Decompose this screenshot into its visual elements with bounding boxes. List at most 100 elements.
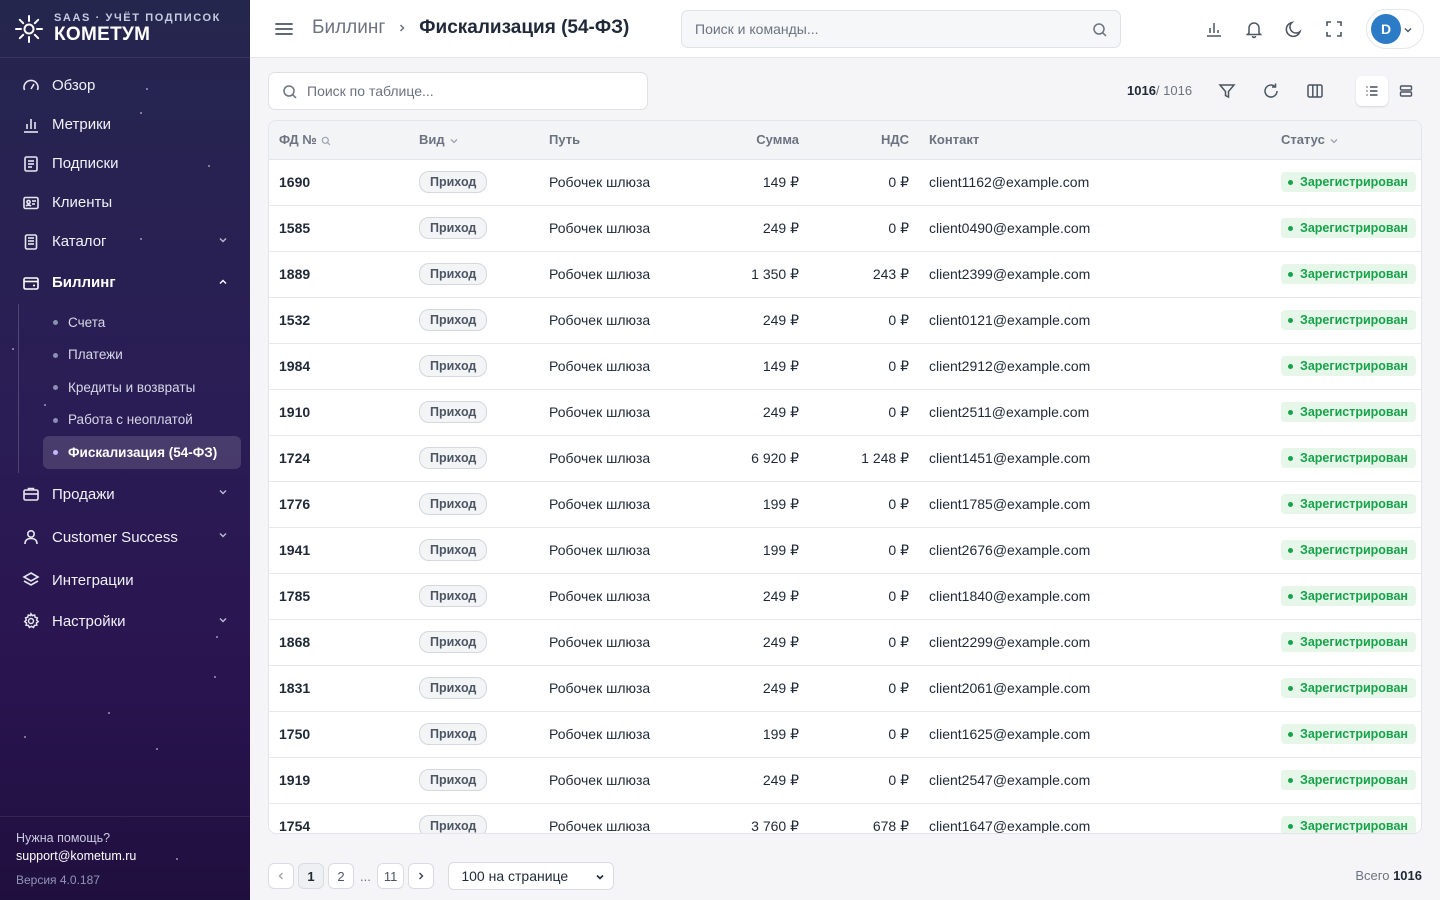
kind-badge: Приход [419, 677, 488, 699]
sidebar-item-label: Метрики [52, 116, 112, 133]
cell-vat: 0 ₽ [809, 711, 919, 758]
table-row[interactable]: 1831 Приход Робочек шлюза 249 ₽0 ₽ client206… [269, 665, 1421, 712]
sidebar-item-customer-success[interactable]: Customer Success [0, 516, 250, 559]
next-page-button[interactable] [408, 863, 435, 889]
column-header-sum[interactable]: Сумма [679, 121, 809, 160]
cell-contact: client2061@example.com [919, 665, 1271, 712]
cell-path: Робочек шлюза [539, 435, 679, 482]
analytics-icon[interactable] [1204, 19, 1224, 39]
table-header-row: ФД № Вид Путь Сумма НДС Контакт Статус [269, 121, 1421, 160]
kind-badge: Приход [419, 539, 488, 561]
table-row[interactable]: 1984 Приход Робочек шлюза 149 ₽0 ₽ client291… [269, 343, 1421, 390]
column-header-path[interactable]: Путь [539, 121, 679, 160]
column-header-fd[interactable]: ФД № [269, 121, 409, 160]
table-row[interactable]: 1910 Приход Робочек шлюза 249 ₽0 ₽ client251… [269, 389, 1421, 436]
filter-icon[interactable] [1217, 81, 1237, 101]
table-row[interactable]: 1868 Приход Робочек шлюза 249 ₽0 ₽ client229… [269, 619, 1421, 666]
breadcrumb-parent[interactable]: Биллинг [312, 17, 385, 39]
sidebar-item-subscriptions[interactable]: Подписки [0, 144, 250, 183]
sidebar-item-billing[interactable]: Биллинг [0, 261, 250, 304]
sidebar-item-sales[interactable]: Продажи [0, 473, 250, 516]
page-button-2[interactable]: 2 [328, 863, 354, 889]
status-badge: Зарегистрирован [1281, 264, 1416, 285]
sidebar-item-catalog[interactable]: Каталог [0, 222, 250, 261]
fullscreen-icon[interactable] [1324, 19, 1344, 39]
cell-sum: 149 ₽ [679, 343, 809, 390]
sidebar-item-clients[interactable]: Клиенты [0, 183, 250, 222]
cell-fd: 1750 [269, 711, 409, 758]
hamburger-menu-icon[interactable] [274, 19, 294, 39]
kind-badge: Приход [419, 447, 488, 469]
sidebar-subitem-fiscalization[interactable]: Фискализация (54-ФЗ) [43, 436, 241, 469]
sidebar-subitem-label: Платежи [68, 347, 123, 363]
user-menu[interactable]: D [1366, 9, 1424, 49]
table-row[interactable]: 1776 Приход Робочек шлюза 199 ₽0 ₽ client178… [269, 481, 1421, 528]
kind-badge: Приход [419, 585, 488, 607]
sidebar-item-integrations[interactable]: Интеграции [0, 559, 250, 602]
table-row[interactable]: 1750 Приход Робочек шлюза 199 ₽0 ₽ client162… [269, 711, 1421, 758]
comet-logo-icon [15, 14, 43, 43]
card-view-button[interactable] [1390, 76, 1422, 106]
cell-status: Зарегистрирован [1271, 159, 1421, 206]
table-row[interactable]: 1585 Приход Робочек шлюза 249 ₽0 ₽ client049… [269, 205, 1421, 252]
avatar: D [1371, 14, 1401, 44]
bell-icon[interactable] [1244, 19, 1264, 39]
support-email-link[interactable]: support@kometum.ru [16, 847, 234, 865]
billing-subnav: Счета Платежи Кредиты и возвраты Работа … [18, 304, 250, 473]
table-row[interactable]: 1785 Приход Робочек шлюза 249 ₽0 ₽ client184… [269, 573, 1421, 620]
prev-page-button[interactable] [268, 863, 294, 889]
cell-vat: 243 ₽ [809, 251, 919, 298]
refresh-icon[interactable] [1261, 81, 1281, 101]
status-dot-icon [1288, 639, 1293, 645]
sidebar-subitem-credits[interactable]: Кредиты и возвраты [1, 371, 250, 404]
column-header-status[interactable]: Статус [1271, 121, 1421, 160]
cell-status: Зарегистрирован [1271, 527, 1421, 574]
table-row[interactable]: 1919 Приход Робочек шлюза 249 ₽0 ₽ client254… [269, 757, 1421, 804]
sidebar-item-settings[interactable]: Настройки [0, 602, 250, 641]
sidebar-footer: Нужна помощь? support@kometum.ru Версия … [0, 816, 250, 900]
cell-kind: Приход [409, 159, 539, 206]
status-badge: Зарегистрирован [1281, 494, 1416, 515]
status-badge: Зарегистрирован [1281, 172, 1416, 193]
search-icon [283, 85, 297, 99]
table-row[interactable]: 1754 Приход Робочек шлюза 3 760 ₽678 ₽ clien… [269, 803, 1421, 833]
status-dot-icon [1288, 777, 1293, 783]
status-label: Зарегистрирован [1300, 681, 1408, 696]
column-header-label: Статус [1281, 132, 1325, 148]
sidebar-item-overview[interactable]: Обзор [0, 66, 250, 105]
status-label: Зарегистрирован [1300, 451, 1408, 466]
brand[interactable]: SAAS · УЧЁТ ПОДПИСОК КОМЕТУМ [0, 0, 250, 58]
status-dot-icon [1288, 225, 1293, 231]
column-header-kind[interactable]: Вид [409, 121, 539, 160]
per-page-select[interactable]: 100 на странице [448, 862, 615, 890]
table-row[interactable]: 1724 Приход Робочек шлюза 6 920 ₽1 248 ₽ cli… [269, 435, 1421, 482]
table-row[interactable]: 1889 Приход Робочек шлюза 1 350 ₽243 ₽ clien… [269, 251, 1421, 298]
table-row[interactable]: 1941 Приход Робочек шлюза 199 ₽0 ₽ client267… [269, 527, 1421, 574]
sidebar-item-metrics[interactable]: Метрики [0, 105, 250, 144]
cell-fd: 1910 [269, 389, 409, 436]
column-header-vat[interactable]: НДС [809, 121, 919, 160]
sidebar-subitem-payments[interactable]: Платежи [1, 339, 250, 372]
decorative-star [24, 736, 26, 738]
gear-icon [22, 612, 40, 630]
rows-icon [1399, 85, 1413, 97]
page-button-last[interactable]: 11 [376, 863, 405, 889]
sidebar-subitem-invoices[interactable]: Счета [1, 306, 250, 339]
moon-icon[interactable] [1284, 19, 1304, 39]
search-icon[interactable] [321, 136, 331, 146]
cell-vat: 0 ₽ [809, 159, 919, 206]
page-button-1[interactable]: 1 [298, 863, 324, 889]
global-search-input[interactable] [682, 11, 1120, 47]
table-row[interactable]: 1690 Приход Робочек шлюза 149 ₽0 ₽ client116… [269, 159, 1421, 206]
search-icon[interactable] [1092, 22, 1108, 38]
cell-fd: 1984 [269, 343, 409, 390]
bullet-icon [53, 320, 58, 325]
table-search-input[interactable] [269, 73, 647, 109]
sidebar-subitem-dunning[interactable]: Работа с неоплатой [1, 404, 250, 437]
cell-path: Робочек шлюза [539, 343, 679, 390]
list-view-button[interactable] [1356, 76, 1388, 106]
columns-icon[interactable] [1305, 81, 1325, 101]
column-header-contact[interactable]: Контакт [919, 121, 1271, 160]
status-label: Зарегистрирован [1300, 221, 1408, 236]
table-row[interactable]: 1532 Приход Робочек шлюза 249 ₽0 ₽ client012… [269, 297, 1421, 344]
